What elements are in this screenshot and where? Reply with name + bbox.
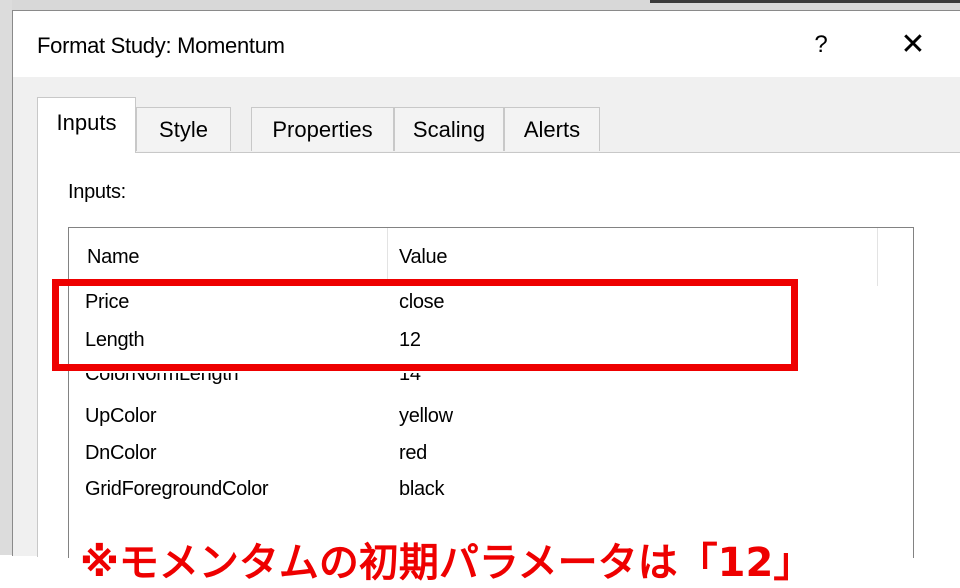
dialog-title: Format Study: Momentum — [37, 33, 285, 58]
close-button[interactable]: ✕ — [891, 27, 935, 63]
input-name: ColorNormLength — [85, 373, 239, 385]
list-item[interactable]: DnColor red — [69, 437, 913, 474]
list-item[interactable]: UpColor yellow — [69, 400, 913, 437]
tab-scaling[interactable]: Scaling — [394, 107, 504, 151]
input-value[interactable]: 14 — [399, 373, 421, 385]
annotation-note: ※モメンタムの初期パラメータは「12」 — [80, 540, 814, 586]
input-value[interactable]: yellow — [399, 405, 453, 428]
dialog-titlebar[interactable]: Format Study: Momentum ? ✕ — [13, 11, 960, 77]
column-header-name[interactable]: Name — [87, 246, 139, 269]
help-button[interactable]: ? — [803, 27, 839, 63]
input-value[interactable]: red — [399, 442, 427, 465]
background-window-edge — [0, 0, 12, 555]
list-item[interactable]: GridForegroundColor black — [69, 473, 913, 510]
highlight-box — [52, 279, 798, 371]
close-icon[interactable]: ✕ — [900, 28, 925, 61]
inputs-list[interactable]: Name Value Price close Length 12 ColorNo… — [68, 227, 914, 558]
input-name: UpColor — [85, 405, 157, 427]
inputs-caption: Inputs: — [68, 181, 126, 203]
tab-inputs[interactable]: Inputs — [37, 97, 136, 153]
tab-alerts[interactable]: Alerts — [504, 107, 600, 151]
input-name: DnColor — [85, 442, 157, 464]
list-header: Name Value — [69, 228, 913, 286]
background-window-strip — [0, 0, 960, 10]
column-header-value[interactable]: Value — [399, 246, 447, 269]
tab-style[interactable]: Style — [136, 107, 231, 151]
tab-properties[interactable]: Properties — [251, 107, 394, 151]
input-name: GridForegroundColor — [85, 478, 269, 500]
input-value[interactable]: black — [399, 478, 445, 501]
